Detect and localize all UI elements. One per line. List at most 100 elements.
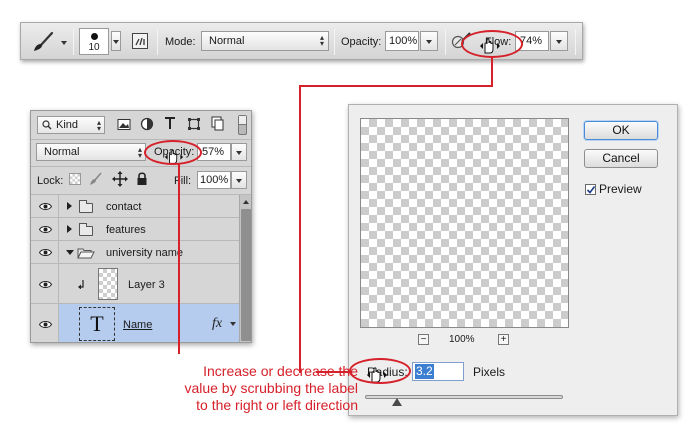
annotation-caption: Increase or decrease the value by scrubb…: [118, 363, 358, 414]
lock-position-button[interactable]: [112, 171, 128, 187]
expand-arrow-icon[interactable]: [67, 202, 72, 210]
connector-line-flow-vertical: [491, 57, 493, 87]
divider: [157, 29, 158, 55]
eye-icon: [39, 281, 52, 288]
layer-row-layer-3[interactable]: Layer 3: [31, 264, 239, 304]
visibility-toggle[interactable]: [31, 241, 59, 263]
brush-panel-icon: [132, 33, 148, 49]
visibility-toggle[interactable]: [31, 304, 59, 342]
shape-icon: [188, 118, 200, 130]
caption-line: to the right or left direction: [196, 397, 358, 413]
lock-transparent-pixels-button[interactable]: [69, 173, 81, 185]
preview-checkbox[interactable]: [585, 184, 596, 195]
smart-object-icon: [211, 116, 224, 131]
brush-size-dropdown-button[interactable]: [111, 31, 121, 51]
lock-label: Lock:: [37, 175, 64, 187]
chevron-down-icon[interactable]: [230, 322, 236, 326]
flow-dropdown-button[interactable]: [550, 31, 568, 51]
preview-canvas[interactable]: [360, 118, 569, 328]
scrollbar-thumb[interactable]: [241, 209, 251, 341]
connector-line-opacity: [178, 164, 180, 354]
brush-size-value: 10: [88, 42, 100, 53]
layer-thumbnail: [98, 268, 118, 300]
fill-label[interactable]: Fill:: [174, 174, 191, 188]
zoom-in-button[interactable]: +: [498, 334, 509, 345]
divider: [575, 29, 576, 55]
layer-name: Name: [123, 319, 153, 331]
zoom-level: 100%: [449, 334, 475, 345]
radius-slider-thumb[interactable]: [391, 398, 402, 406]
transparency-icon: [70, 174, 80, 184]
caption-line: Increase or decrease the: [203, 363, 358, 379]
filter-adjustment-layers-button[interactable]: [140, 117, 154, 131]
brush-icon: [90, 172, 102, 185]
divider: [334, 29, 335, 55]
visibility-toggle[interactable]: [31, 218, 59, 240]
opacity-dropdown-button[interactable]: [420, 31, 438, 51]
filter-smart-object-button[interactable]: [211, 116, 224, 131]
lock-all-button[interactable]: [136, 171, 148, 186]
radius-unit: Pixels: [473, 365, 506, 379]
up-down-arrows-icon: ▴ ▾: [96, 118, 101, 133]
chevron-down-icon: [236, 151, 242, 155]
blend-mode-value: Normal: [44, 146, 80, 158]
brush-icon: [34, 31, 54, 51]
chevron-down-icon: [556, 40, 562, 44]
type-icon: [165, 117, 175, 129]
fill-dropdown-button[interactable]: [231, 171, 247, 189]
layer-opacity-input[interactable]: 57%: [197, 143, 231, 161]
layer-name: university name: [106, 247, 184, 259]
visibility-toggle[interactable]: [31, 195, 59, 217]
eye-icon: [39, 249, 52, 256]
mode-select[interactable]: Normal ▴ ▾: [201, 31, 329, 51]
layers-panel: Kind ▴ ▾ Normal ▴ ▾ Opacity: 57% Lock: F…: [30, 110, 252, 343]
eye-icon: [39, 226, 52, 233]
clipping-arrow-icon: [78, 280, 84, 289]
visibility-toggle[interactable]: [31, 264, 59, 303]
divider: [445, 29, 446, 55]
divider: [73, 29, 74, 55]
eye-icon: [39, 321, 52, 328]
filter-kind-select[interactable]: Kind ▴ ▾: [37, 116, 105, 134]
filter-pixel-layers-button[interactable]: [117, 118, 131, 131]
brush-size-picker[interactable]: 10: [79, 28, 109, 55]
filter-shape-layers-button[interactable]: [187, 117, 201, 131]
radius-slider[interactable]: [365, 392, 563, 406]
expand-arrow-icon[interactable]: [67, 225, 72, 233]
layer-row-features[interactable]: features: [31, 218, 239, 241]
layer-row-name[interactable]: T Name fx: [31, 304, 239, 342]
filter-kind-value: Kind: [56, 119, 79, 131]
lock-icon: [137, 172, 147, 185]
brush-panel-toggle[interactable]: [131, 32, 149, 50]
scroll-up-arrow-icon[interactable]: [243, 200, 249, 204]
open-folder-icon: [77, 248, 95, 259]
blend-mode-select[interactable]: Normal ▴ ▾: [36, 143, 146, 161]
connector-line-flow-horizontal: [299, 85, 493, 87]
search-icon: [42, 120, 52, 130]
panel-divider: [31, 166, 251, 167]
filter-toggle-knob: [239, 116, 246, 125]
mode-label: Mode:: [165, 36, 196, 48]
highlight-ellipse-radius: [349, 358, 411, 384]
cancel-button[interactable]: Cancel: [584, 149, 658, 168]
filter-toggle-switch[interactable]: [238, 115, 247, 135]
layer-row-contact[interactable]: contact: [31, 195, 239, 218]
layer-name: features: [106, 224, 146, 236]
highlight-ellipse-opacity: [144, 140, 202, 165]
opacity-input[interactable]: 100%: [385, 31, 419, 51]
ok-button[interactable]: OK: [584, 121, 658, 140]
fx-icon[interactable]: fx: [212, 316, 222, 332]
filter-type-layers-button[interactable]: [163, 115, 177, 131]
opacity-label[interactable]: Opacity:: [341, 35, 381, 49]
lock-image-pixels-button[interactable]: [89, 171, 103, 187]
zoom-out-button[interactable]: −: [418, 334, 429, 345]
radius-input[interactable]: 3.2: [412, 362, 464, 381]
fill-input[interactable]: 100%: [197, 171, 231, 189]
collapse-arrow-icon[interactable]: [66, 250, 74, 255]
layer-opacity-dropdown-button[interactable]: [231, 143, 247, 161]
layers-scrollbar[interactable]: [239, 195, 251, 342]
brush-tool-preset-picker[interactable]: [29, 29, 69, 55]
brush-dot-icon: [91, 33, 98, 40]
layer-row-university-name[interactable]: university name: [31, 241, 239, 264]
panel-divider: [31, 139, 251, 140]
